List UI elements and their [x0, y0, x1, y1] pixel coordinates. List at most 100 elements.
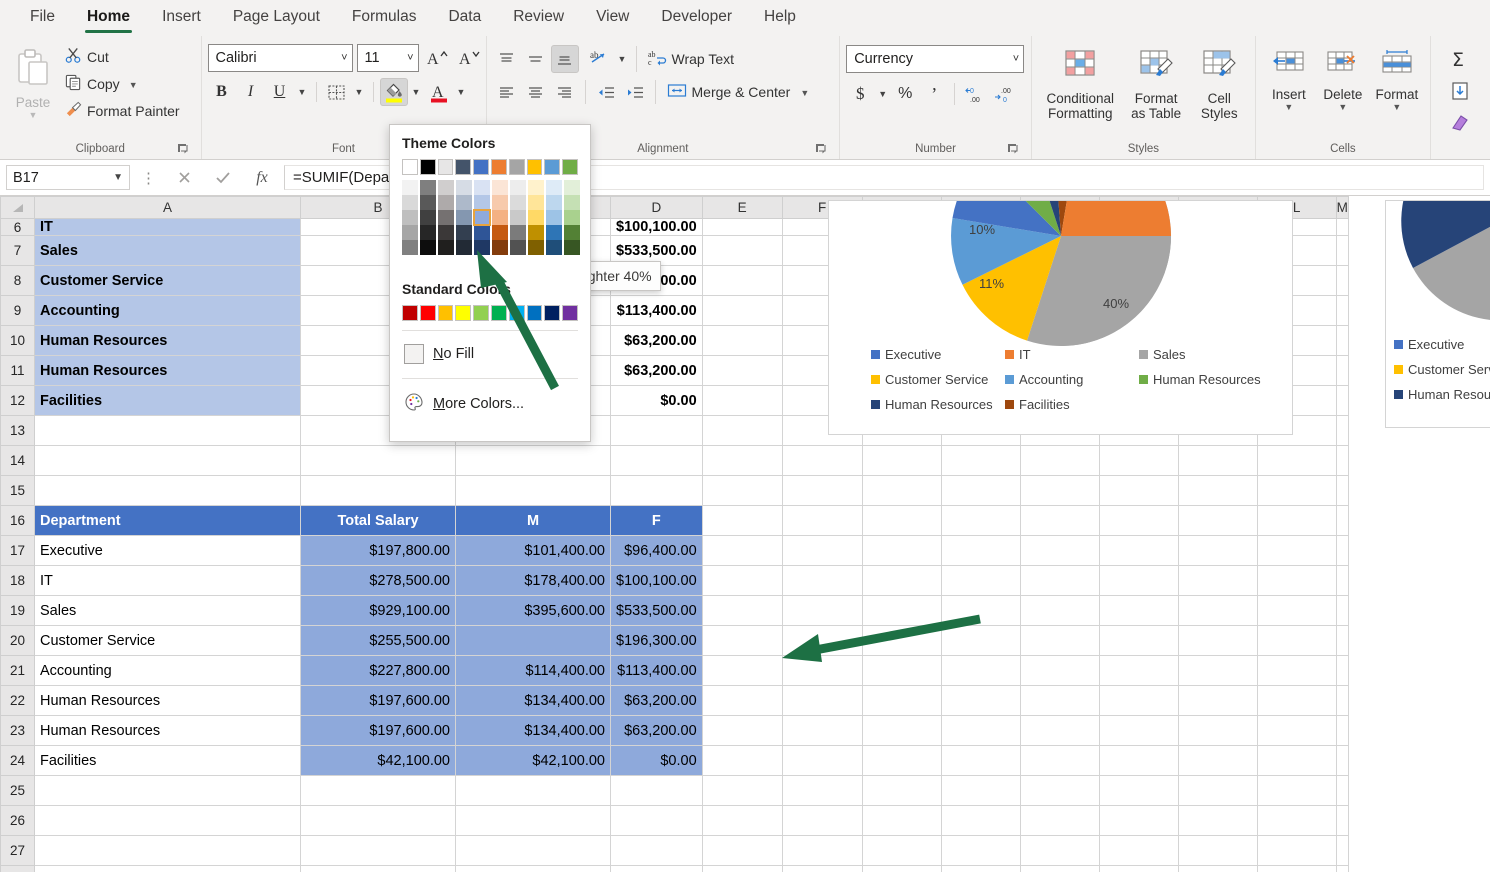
theme-shade-4-3[interactable] [474, 225, 490, 240]
copy-chevron-down-icon[interactable]: ▼ [129, 80, 138, 89]
cell-B28[interactable] [300, 865, 456, 872]
tab-formulas[interactable]: Formulas [336, 2, 433, 34]
orientation-chevron-down-icon[interactable]: ▼ [615, 45, 630, 73]
row-header-17[interactable]: 17 [0, 535, 35, 566]
cell-M20[interactable] [1336, 625, 1349, 656]
tab-page-layout[interactable]: Page Layout [217, 2, 336, 34]
increase-indent-button[interactable] [621, 78, 649, 106]
cell-B19[interactable]: $929,100.00 [300, 595, 456, 626]
cell-H19[interactable] [941, 595, 1021, 626]
row-header-24[interactable]: 24 [0, 745, 35, 776]
theme-shade-5-1[interactable] [492, 195, 508, 210]
underline-chevron-down-icon[interactable]: ▼ [295, 78, 310, 106]
row-header-22[interactable]: 22 [0, 685, 35, 716]
cell-B22[interactable]: $197,600.00 [300, 685, 456, 716]
column-header-m[interactable]: M [1335, 196, 1349, 219]
theme-shade-2-1[interactable] [438, 195, 454, 210]
cell-M16[interactable] [1336, 505, 1349, 536]
cell-A22[interactable]: Human Resources [34, 685, 301, 716]
cell-F25[interactable] [782, 775, 863, 806]
theme-color-swatch-9[interactable] [562, 159, 578, 175]
theme-shade-1-0[interactable] [420, 180, 436, 195]
cell-B20[interactable]: $255,500.00 [300, 625, 456, 656]
accounting-format-button[interactable]: $ [846, 80, 874, 108]
copy-button[interactable]: Copy ▼ [60, 71, 185, 97]
row-header-12[interactable]: 12 [0, 385, 35, 416]
fill-button[interactable] [1445, 76, 1475, 106]
cell-C15[interactable] [455, 475, 611, 506]
cell-G19[interactable] [862, 595, 942, 626]
cell-D16[interactable]: F [610, 505, 703, 536]
tab-developer[interactable]: Developer [645, 2, 748, 34]
table-row[interactable]: 20 Customer Service $255,500.00 $196,300.00 [0, 625, 1349, 656]
standard-color-swatch-2[interactable] [437, 305, 454, 321]
cell-D13[interactable] [610, 415, 703, 446]
cell-A11[interactable]: Human Resources [34, 355, 301, 386]
table-row[interactable]: 26 [0, 805, 1349, 836]
cell-K20[interactable] [1178, 625, 1258, 656]
theme-shade-7-0[interactable] [528, 180, 544, 195]
cell-L20[interactable] [1257, 625, 1337, 656]
cell-C20[interactable] [455, 625, 611, 656]
pie-chart-1[interactable]: 40% 11% 10% Executive IT Sales Customer … [828, 200, 1293, 435]
cell-A20[interactable]: Customer Service [34, 625, 301, 656]
theme-shade-4-0[interactable] [474, 180, 490, 195]
insert-function-button[interactable]: fx [245, 165, 279, 190]
row-header-6[interactable]: 6 [0, 218, 35, 236]
theme-shade-1-4[interactable] [420, 240, 436, 255]
cell-H24[interactable] [941, 745, 1021, 776]
cell-J18[interactable] [1099, 565, 1179, 596]
cell-E16[interactable] [702, 505, 783, 536]
cell-J25[interactable] [1099, 775, 1179, 806]
theme-shade-9-0[interactable] [564, 180, 580, 195]
cell-K24[interactable] [1178, 745, 1258, 776]
cell-A26[interactable] [34, 805, 301, 836]
theme-shade-9-4[interactable] [564, 240, 580, 255]
cell-D10[interactable]: $63,200.00 [610, 325, 703, 356]
align-bottom-button[interactable] [550, 45, 579, 73]
theme-color-swatch-2[interactable] [437, 159, 454, 175]
row-header-25[interactable]: 25 [0, 775, 35, 806]
theme-color-swatch-4[interactable] [473, 159, 489, 175]
cell-C25[interactable] [455, 775, 611, 806]
row-header-13[interactable]: 13 [0, 415, 35, 446]
cell-E6[interactable] [702, 218, 783, 236]
theme-shade-5-3[interactable] [492, 225, 508, 240]
orientation-button[interactable]: ab [586, 45, 614, 73]
cell-A7[interactable]: Sales [34, 235, 301, 266]
paste-chevron-down-icon[interactable]: ▼ [29, 111, 38, 120]
cell-I22[interactable] [1020, 685, 1100, 716]
cell-G25[interactable] [862, 775, 942, 806]
decrease-indent-button[interactable] [592, 78, 620, 106]
cell-L28[interactable] [1257, 865, 1337, 872]
align-right-button[interactable] [551, 78, 579, 106]
tab-review[interactable]: Review [497, 2, 580, 34]
theme-color-swatch-0[interactable] [402, 159, 418, 175]
font-size-combo[interactable]: 11 ˅ [356, 44, 419, 72]
cell-K16[interactable] [1178, 505, 1258, 536]
cell-M12[interactable] [1336, 385, 1349, 416]
cell-D28[interactable] [610, 865, 703, 872]
pie-chart-2[interactable]: Executive Customer Serv Human Resou [1385, 200, 1490, 428]
cell-M21[interactable] [1336, 655, 1349, 686]
cell-A19[interactable]: Sales [34, 595, 301, 626]
column-header-e[interactable]: E [701, 196, 783, 219]
bold-button[interactable]: B [208, 78, 236, 106]
cell-H16[interactable] [941, 505, 1021, 536]
fill-color-chevron-down-icon[interactable]: ▼ [409, 78, 424, 106]
theme-shade-0-3[interactable] [402, 225, 418, 240]
cell-E15[interactable] [702, 475, 783, 506]
cell-B24[interactable]: $42,100.00 [300, 745, 456, 776]
theme-shade-2-2[interactable] [438, 210, 454, 225]
cell-I17[interactable] [1020, 535, 1100, 566]
cell-J20[interactable] [1099, 625, 1179, 656]
standard-color-swatch-1[interactable] [419, 305, 436, 321]
cell-E8[interactable] [702, 265, 783, 296]
table-row[interactable]: 15 [0, 475, 1349, 506]
alignment-dialog-launcher[interactable] [815, 143, 829, 157]
theme-shade-3-0[interactable] [456, 180, 472, 195]
cell-I23[interactable] [1020, 715, 1100, 746]
theme-shade-7-3[interactable] [528, 225, 544, 240]
theme-color-swatch-6[interactable] [508, 159, 525, 175]
table-row[interactable]: 14 [0, 445, 1349, 476]
